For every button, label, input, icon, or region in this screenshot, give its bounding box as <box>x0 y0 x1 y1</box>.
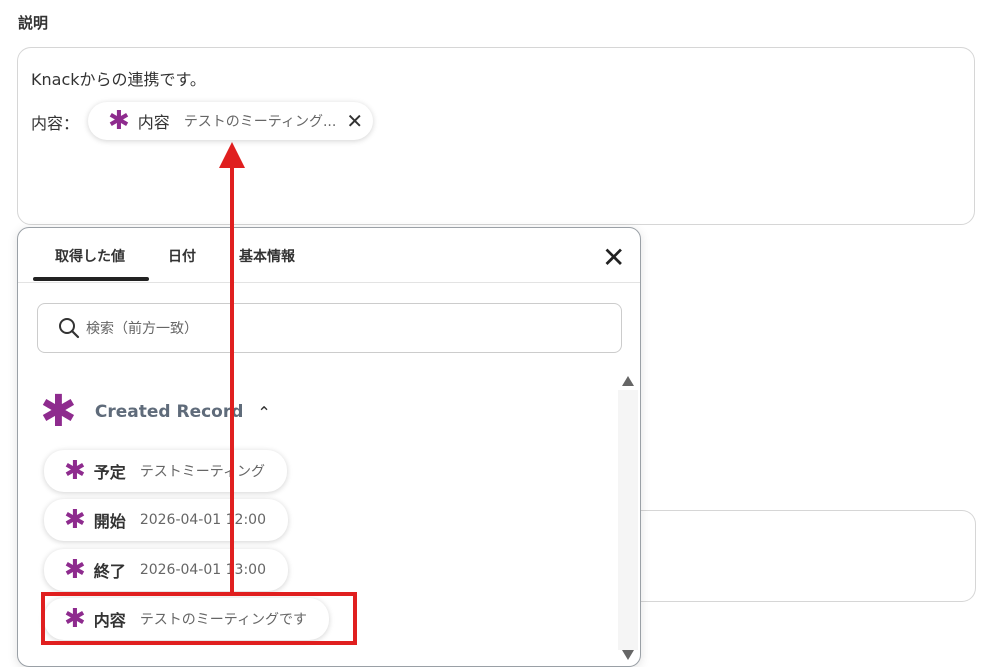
item-value: 2026-04-01 13:00 <box>139 562 266 578</box>
chip-value: テストのミーティング... <box>183 114 337 130</box>
search-input[interactable]: 検索（前方一致） <box>37 303 622 353</box>
search-icon <box>59 318 80 339</box>
close-icon[interactable]: ✕ <box>346 111 363 131</box>
tab-retrieved-values[interactable]: 取得した値 <box>55 246 125 266</box>
inserted-value-chip[interactable]: ✱ 内容 テストのミーティング... ✕ <box>88 102 374 140</box>
description-field[interactable]: Knackからの連携です。 内容： ✱ 内容 テストのミーティング... ✕ <box>17 47 975 225</box>
knack-asterisk-icon: ✱ <box>40 386 77 437</box>
item-value: 2026-04-01 12:00 <box>139 512 266 528</box>
knack-asterisk-icon: ✱ <box>108 106 130 136</box>
description-text: Knackからの連携です。 <box>31 70 206 89</box>
section-label: 説明 <box>18 14 49 32</box>
list-item[interactable]: ✱ 内容 テストのミーティングです <box>44 598 329 640</box>
content-label: 内容： <box>31 114 80 133</box>
item-value: テストミーティング <box>139 464 265 480</box>
group-title: Created Record <box>94 402 244 422</box>
active-tab-indicator <box>33 277 149 281</box>
item-name: 終了 <box>93 562 126 581</box>
chip-name: 内容 <box>137 113 170 132</box>
list-item[interactable]: ✱ 終了 2026-04-01 13:00 <box>44 549 288 591</box>
search-placeholder: 検索（前方一致） <box>86 321 198 337</box>
chevron-up-icon: ⌃ <box>257 402 271 422</box>
close-icon[interactable]: ✕ <box>602 244 625 272</box>
knack-asterisk-icon: ✱ <box>64 505 86 535</box>
knack-asterisk-icon: ✱ <box>64 456 86 486</box>
list-item[interactable]: ✱ 開始 2026-04-01 12:00 <box>44 499 288 541</box>
item-name: 予定 <box>93 463 126 482</box>
tab-bar: 取得した値 日付 基本情報 <box>18 228 640 283</box>
background-field <box>630 510 976 602</box>
item-name: 開始 <box>93 512 126 531</box>
scroll-down-arrow[interactable] <box>622 650 634 660</box>
scrollbar[interactable] <box>618 390 638 650</box>
value-picker-panel: 取得した値 日付 基本情報 ✕ 検索（前方一致） ✱ Created Recor… <box>17 227 641 667</box>
scroll-up-arrow[interactable] <box>622 376 634 386</box>
list-item[interactable]: ✱ 予定 テストミーティング <box>44 450 287 492</box>
group-header[interactable]: ✱ Created Record ⌃ <box>40 390 271 434</box>
item-value: テストのミーティングです <box>139 612 307 628</box>
knack-asterisk-icon: ✱ <box>64 555 86 585</box>
tab-date[interactable]: 日付 <box>168 246 196 266</box>
tab-basic-info[interactable]: 基本情報 <box>239 246 295 266</box>
item-name: 内容 <box>93 611 126 630</box>
knack-asterisk-icon: ✱ <box>64 604 86 634</box>
